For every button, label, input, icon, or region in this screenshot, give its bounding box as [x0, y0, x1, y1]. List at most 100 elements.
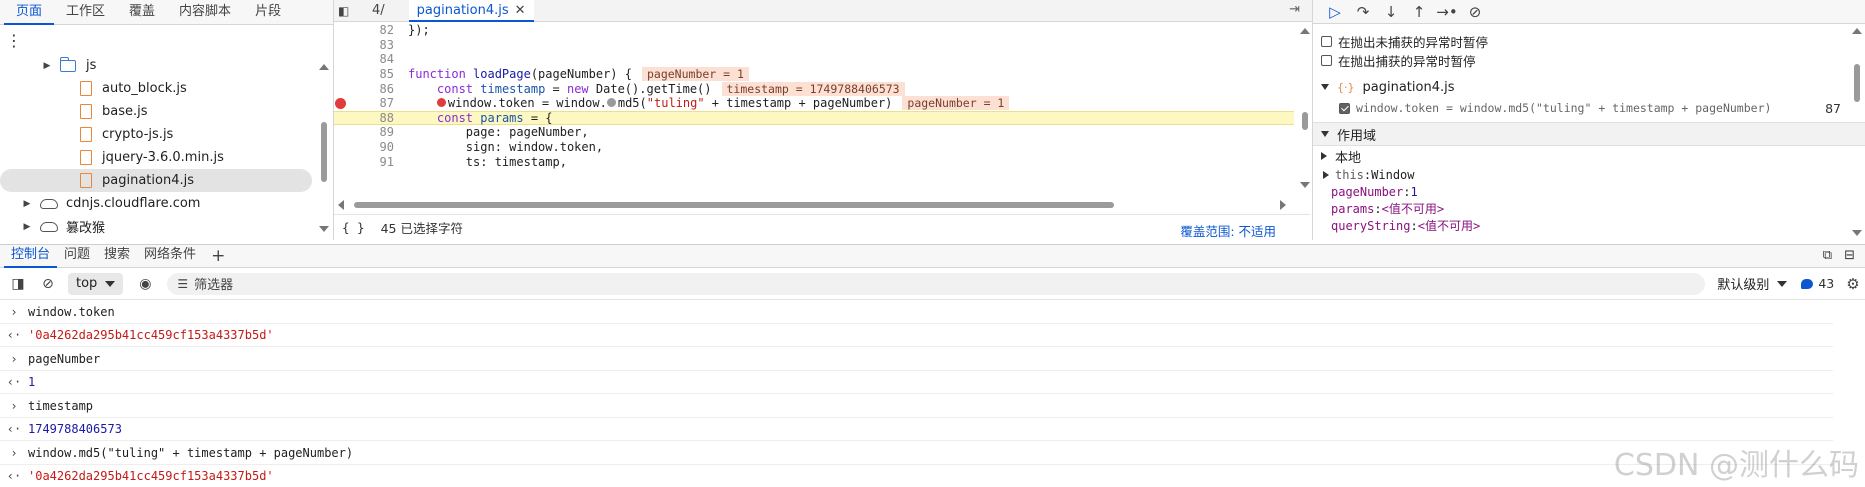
scroll-thumb[interactable] — [1302, 112, 1308, 130]
undock-icon[interactable]: ⧉ — [1823, 248, 1832, 263]
expand-arrow-icon[interactable]: ▶ — [40, 61, 54, 71]
step-into-icon[interactable]: ↓ — [1377, 3, 1405, 21]
tree-item[interactable]: auto_block.js — [0, 77, 318, 100]
step-out-icon[interactable]: ↑ — [1405, 3, 1433, 21]
tab-content-scripts[interactable]: 内容脚本 — [167, 0, 243, 25]
line-number[interactable]: 90 — [354, 140, 398, 154]
console-input-line[interactable]: › window.token — [0, 300, 1833, 324]
scope-variable[interactable]: this: Window — [1313, 166, 1865, 183]
tab-workspace[interactable]: 工作区 — [54, 0, 117, 25]
tree-item[interactable]: crypto-js.js — [0, 123, 318, 146]
code-line[interactable]: 84 — [334, 52, 1294, 67]
scroll-up-icon[interactable] — [1852, 28, 1862, 34]
gear-icon[interactable]: ⚙ — [1846, 275, 1859, 293]
code-line[interactable]: 89 page: pageNumber, — [334, 125, 1294, 140]
breakpoint-file-header[interactable]: {·} pagination4.js — [1313, 76, 1865, 98]
live-expression-icon[interactable]: ◉ — [133, 276, 157, 292]
line-number[interactable]: 87 — [354, 96, 398, 110]
sidebar-toggle-icon[interactable]: ◨ — [6, 276, 30, 292]
line-number[interactable]: 89 — [354, 125, 398, 139]
line-number[interactable]: 85 — [354, 67, 398, 81]
breakpoint-entry[interactable]: window.token = window.md5("tuling" + tim… — [1313, 98, 1865, 118]
pretty-print-button[interactable]: { } — [342, 220, 365, 235]
console-result-line[interactable]: ‹· 1 — [0, 371, 1833, 394]
resume-icon[interactable]: ▷ — [1321, 3, 1349, 21]
tree-item[interactable]: pagination4.js — [0, 169, 312, 192]
context-selector[interactable]: top — [68, 272, 124, 295]
scroll-down-icon[interactable] — [1300, 182, 1310, 188]
navigator-scrollbar[interactable] — [318, 54, 330, 238]
toggle-navigator-icon[interactable]: ◧ — [338, 0, 356, 22]
step-icon[interactable]: →• — [1433, 3, 1461, 21]
scroll-thumb[interactable] — [354, 202, 1114, 208]
code-line[interactable]: 86 const timestamp = new Date().getTime(… — [334, 81, 1294, 96]
editor-horizontal-scrollbar[interactable] — [334, 200, 1294, 210]
pause-caught-checkbox[interactable] — [1321, 55, 1332, 66]
console-input-line[interactable]: › window.md5("tuling" + timestamp + pageN… — [0, 441, 1833, 465]
line-number[interactable]: 91 — [354, 155, 398, 169]
filter-input[interactable]: ☰ 筛选器 — [167, 272, 1706, 295]
tab-overrides[interactable]: 覆盖 — [117, 0, 167, 25]
tab-page[interactable]: 页面 — [4, 0, 55, 25]
scroll-down-icon[interactable] — [319, 226, 329, 232]
console-input-line[interactable]: › timestamp — [0, 394, 1833, 418]
console-result-line[interactable]: ‹· '0a4262da295b41cc459cf153a4337b5d' — [0, 324, 1833, 347]
scroll-thumb[interactable] — [321, 122, 327, 182]
breakpoint-dot-icon[interactable] — [335, 98, 346, 110]
scroll-left-icon[interactable] — [338, 200, 344, 210]
tab-search[interactable]: 搜索 — [97, 244, 137, 268]
tree-item[interactable]: jquery-3.6.0.min.js — [0, 146, 318, 169]
local-scope-header[interactable]: 本地 — [1313, 146, 1865, 166]
expand-icon[interactable] — [1321, 152, 1327, 160]
editor-vertical-scrollbar[interactable] — [1300, 28, 1310, 188]
scope-header[interactable]: 作用域 — [1313, 122, 1865, 146]
expand-icon[interactable] — [1321, 131, 1329, 137]
expand-icon[interactable] — [1323, 170, 1329, 179]
line-number[interactable]: 84 — [354, 52, 398, 66]
coverage-link[interactable]: 覆盖范围: 不适用 — [1180, 221, 1276, 240]
tab-console[interactable]: 控制台 — [4, 244, 58, 268]
line-number[interactable]: 86 — [354, 82, 398, 96]
line-number[interactable]: 83 — [354, 38, 398, 52]
tab-snippets[interactable]: 片段 — [243, 0, 293, 25]
clear-console-icon[interactable]: ⊘ — [36, 276, 60, 292]
console-result-line[interactable]: ‹· '0a4262da295b41cc459cf153a4337b5d' — [0, 465, 1833, 487]
expand-icon[interactable] — [1321, 84, 1329, 90]
code-line[interactable]: 82}); — [334, 23, 1294, 38]
step-over-icon[interactable]: ↷ — [1349, 3, 1377, 21]
pause-uncaught-row[interactable]: 在抛出未捕获的异常时暂停 — [1313, 32, 1865, 51]
line-number[interactable]: 88 — [354, 111, 398, 125]
scroll-down-icon[interactable] — [1852, 230, 1862, 236]
message-count[interactable]: 43 — [1801, 276, 1834, 291]
paused-code-line[interactable]: 88 const params = { — [334, 110, 1294, 126]
expand-arrow-icon[interactable]: ▶ — [20, 222, 34, 232]
tab-issues[interactable]: 问题 — [57, 244, 97, 268]
dock-icon[interactable]: ⊟ — [1844, 248, 1855, 263]
code-line[interactable]: 85 function loadPage(pageNumber) {pageNum… — [334, 67, 1294, 82]
expand-arrow-icon[interactable]: ▶ — [20, 199, 34, 209]
debugger-scrollbar[interactable] — [1851, 26, 1863, 238]
console-result-line[interactable]: ‹· 1749788406573 — [0, 418, 1833, 441]
tree-item[interactable]: base.js — [0, 100, 318, 123]
deactivate-breakpoints-icon[interactable]: ⊘ — [1461, 3, 1489, 21]
console-output[interactable]: › window.token ‹· '0a4262da295b41cc459cf153… — [0, 300, 1865, 487]
editor-tab-active[interactable]: pagination4.js ✕ — [408, 0, 534, 22]
code-lines[interactable]: 82}); 83 84 85 function loadPage(pageNumber)… — [334, 22, 1294, 200]
scroll-thumb[interactable] — [1854, 64, 1860, 102]
tree-item[interactable]: ▶ js — [0, 54, 318, 77]
code-line[interactable]: 90 sign: window.token, — [334, 140, 1294, 155]
pause-uncaught-checkbox[interactable] — [1321, 36, 1332, 47]
scroll-up-icon[interactable] — [1300, 28, 1310, 34]
scope-variable[interactable]: queryString: <值不可用> — [1313, 217, 1865, 234]
breakpoint-checkbox[interactable] — [1339, 102, 1350, 114]
tree-item[interactable]: ▶ 篡改猴 — [0, 215, 318, 238]
console-input-line[interactable]: › pageNumber — [0, 347, 1833, 371]
line-number[interactable]: 82 — [354, 23, 398, 37]
code-line[interactable]: 83 — [334, 38, 1294, 53]
scope-variable[interactable]: params: <值不可用> — [1313, 200, 1865, 217]
code-line[interactable]: 87 window.token = window. md5("tuling" + … — [334, 96, 1294, 111]
log-level-selector[interactable]: 默认级别 — [1717, 274, 1788, 293]
tab-network-conditions[interactable]: 网络条件 — [137, 244, 203, 268]
pause-caught-row[interactable]: 在抛出捕获的异常时暂停 — [1313, 51, 1865, 70]
tree-item[interactable]: ▶ cdnjs.cloudflare.com — [0, 192, 318, 215]
